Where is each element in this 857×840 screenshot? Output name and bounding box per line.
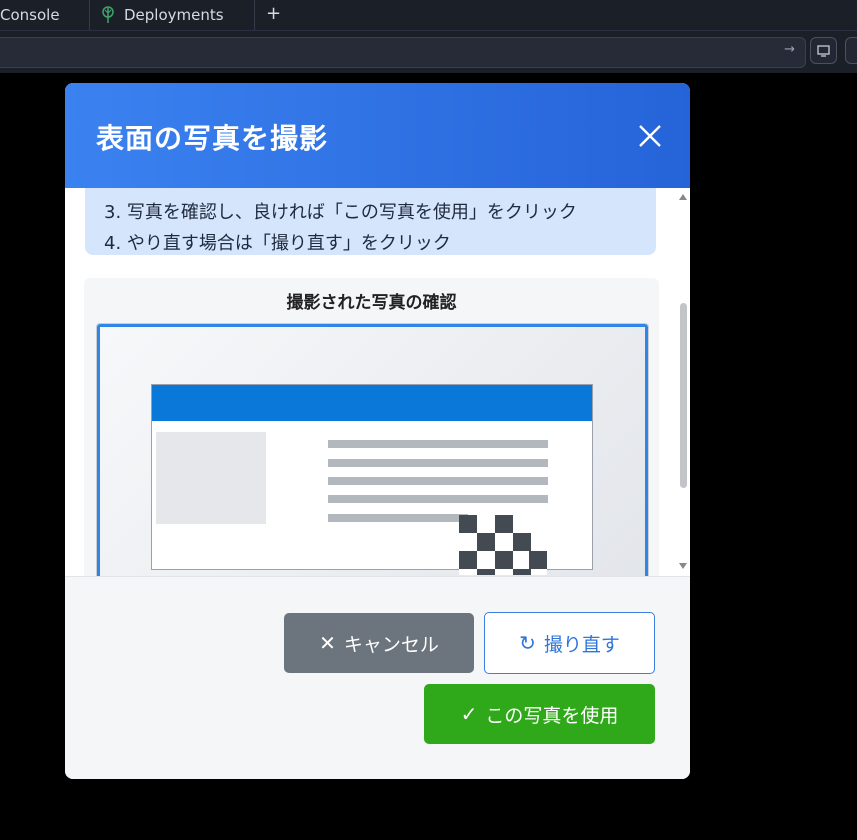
tab-label: Deployments <box>124 6 224 24</box>
check-icon: ✓ <box>460 702 478 726</box>
refresh-icon: ↻ <box>519 631 536 655</box>
close-icon[interactable] <box>637 123 663 149</box>
photo-capture-dialog: 表面の写真を撮影 3. 写真を確認し、良ければ「この写真を使用」をクリック 4.… <box>65 83 690 779</box>
captured-photo <box>96 323 649 576</box>
tab-label: Console <box>0 6 60 24</box>
use-photo-label: この写真を使用 <box>485 704 619 727</box>
dialog-title: 表面の写真を撮影 <box>96 122 329 155</box>
qr-code-icon <box>459 515 547 575</box>
monitor-icon[interactable] <box>810 37 837 64</box>
tab-console[interactable]: Console <box>0 0 90 30</box>
cancel-button[interactable]: ✕ キャンセル <box>284 613 474 673</box>
go-arrow-icon[interactable]: → <box>784 42 795 57</box>
use-photo-button[interactable]: ✓ この写真を使用 <box>424 684 655 744</box>
cancel-label: キャンセル <box>343 633 439 656</box>
scroll-up-arrow-icon[interactable] <box>679 194 687 200</box>
dialog-body: 3. 写真を確認し、良ければ「この写真を使用」をクリック 4. やり直す場合は「… <box>65 188 690 576</box>
scroll-down-arrow-icon[interactable] <box>679 563 687 569</box>
retake-button[interactable]: ↻ 撮り直す <box>484 612 655 674</box>
toolbar-button[interactable] <box>845 37 857 64</box>
card-text-line <box>328 514 468 522</box>
card-text-line <box>328 495 548 503</box>
card-text-line <box>328 477 548 485</box>
dialog-footer: ✕ キャンセル ↻ 撮り直す ✓ この写真を使用 <box>65 576 690 779</box>
navigation-row: → <box>0 31 857 73</box>
id-card-image <box>151 384 593 575</box>
scroll-thumb[interactable] <box>680 303 687 488</box>
card-header <box>152 385 592 421</box>
tab-bar: Console Deployments + <box>0 0 857 31</box>
instruction-step-3: 3. 写真を確認し、良ければ「この写真を使用」をクリック <box>104 202 577 223</box>
tree-icon <box>102 6 114 23</box>
instructions-box: 3. 写真を確認し、良ければ「この写真を使用」をクリック 4. やり直す場合は「… <box>85 188 656 255</box>
card-text-line <box>328 440 548 448</box>
card-photo-placeholder <box>156 432 266 524</box>
instruction-step-4: 4. やり直す場合は「撮り直す」をクリック <box>104 233 451 254</box>
dialog-header: 表面の写真を撮影 <box>65 83 690 188</box>
address-bar[interactable]: → <box>0 37 806 68</box>
close-icon: ✕ <box>319 631 336 655</box>
retake-label: 撮り直す <box>543 633 620 656</box>
tab-deployments[interactable]: Deployments <box>90 0 255 30</box>
photo-preview-panel: 撮影された写真の確認 <box>84 278 659 576</box>
preview-title: 撮影された写真の確認 <box>286 293 457 313</box>
card-text-line <box>328 459 548 467</box>
dialog-scrollbar[interactable] <box>676 188 690 576</box>
new-tab-button[interactable]: + <box>266 3 281 24</box>
